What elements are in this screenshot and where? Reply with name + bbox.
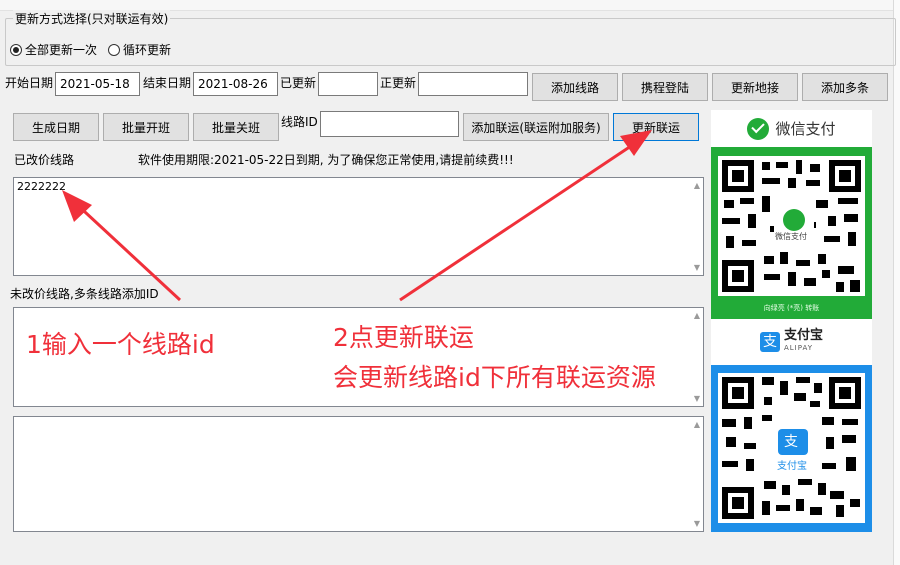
wechat-pay-label: 微信支付 (775, 120, 836, 138)
wechat-center-icon (783, 209, 805, 231)
wechat-qr-code (718, 156, 865, 296)
wechat-center-label: 微信支付 (775, 232, 807, 241)
alipay-label: 支付宝 (783, 328, 823, 343)
wechat-footer-text: 向绿亮 (*亮) 转账 (763, 304, 820, 312)
wechat-pay-icon (747, 117, 770, 140)
alipay-center-label: 支付宝 (777, 461, 807, 472)
arrow-to-update-button (399, 130, 652, 302)
wechat-pay-panel: 微信支付 向绿亮 (*亮) 转账 (711, 147, 872, 319)
wechat-pay-header: 微信支付 (711, 110, 872, 147)
alipay-panel: 支 支付宝 (711, 365, 872, 532)
arrow-to-route-id (62, 190, 182, 302)
payment-panel: 微信支付 微信支付 向绿亮 (*亮) 转账 支 支付宝 ALIPAY 支 支付宝 (711, 110, 872, 532)
alipay-center-glyph: 支 (784, 434, 798, 450)
alipay-icon: 支 (759, 332, 780, 352)
alipay-sub-label: ALIPAY (783, 344, 814, 352)
alipay-header: 支 支付宝 ALIPAY (711, 319, 872, 365)
